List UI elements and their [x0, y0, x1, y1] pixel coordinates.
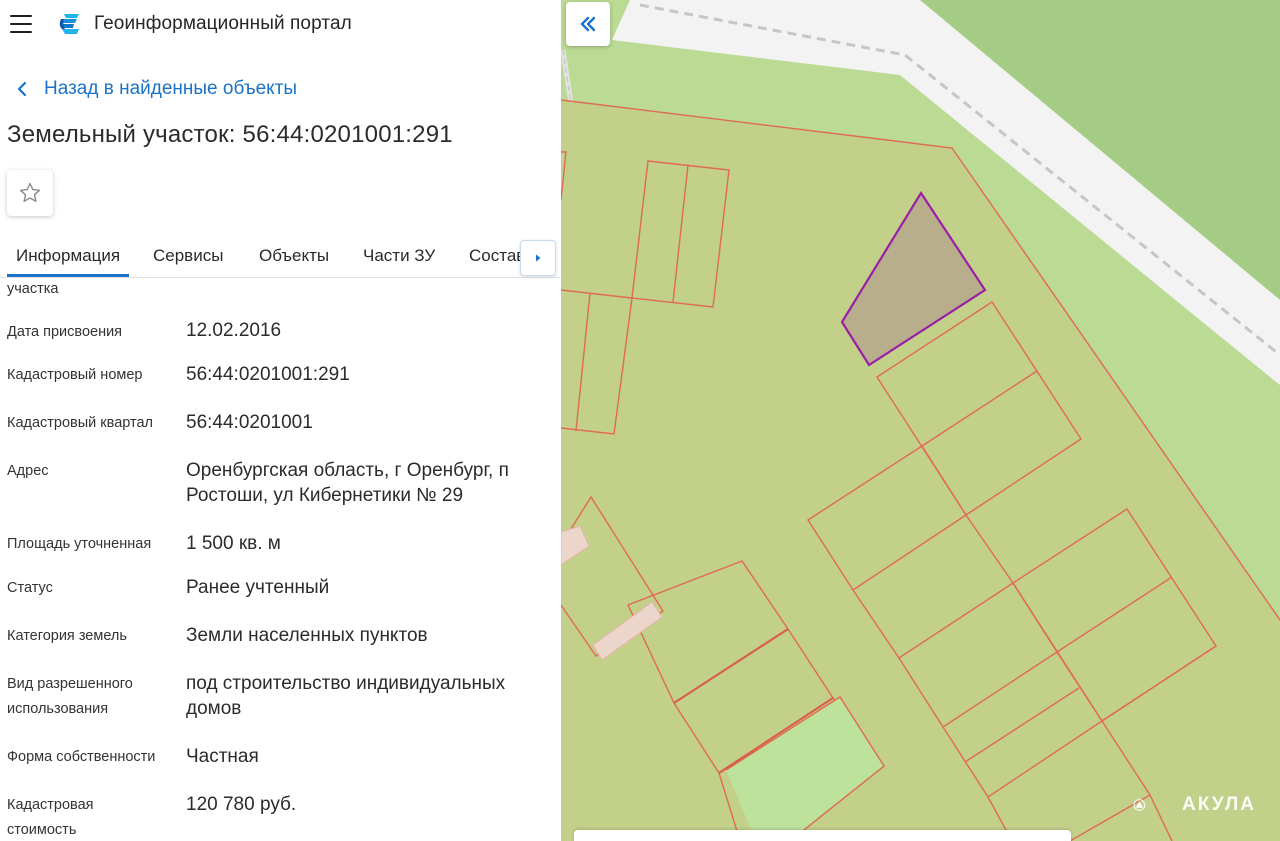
hamburger-icon[interactable] — [10, 14, 32, 34]
info-panel: Геоинформационный портал Назад в найденн… — [0, 0, 561, 841]
permitted-use-value-line1: под строительство индивидуальных — [186, 673, 506, 694]
tab-bar: Информация Сервисы Объекты Части ЗУ Сост… — [0, 234, 561, 278]
cadastral-quarter-value: 56:44:0201001 — [186, 412, 313, 433]
address-value-line2: Ростоши, ул Кибернетики № 29 — [186, 485, 464, 506]
app-title: Геоинформационный портал — [94, 13, 352, 34]
assign-date-value: 12.02.2016 — [186, 320, 282, 341]
tab-objects[interactable]: Объекты — [259, 234, 329, 277]
cadastral-number-value: 56:44:0201001:291 — [186, 364, 350, 385]
tab-information[interactable]: Информация — [7, 234, 130, 277]
status-value: Ранее учтенный — [186, 577, 330, 598]
back-to-results-link[interactable]: Назад в найденные объекты — [12, 76, 297, 102]
chevron-left-icon — [17, 81, 27, 97]
cadastral-value-value: 120 780 руб. — [186, 794, 297, 815]
land-category-value: Земли населенных пунктов — [186, 625, 428, 646]
map-watermark: АКУЛА — [1182, 794, 1256, 815]
area-label: Площадь уточненная — [7, 536, 152, 552]
top-bar: Геоинформационный портал — [0, 0, 561, 50]
favorite-button[interactable] — [7, 170, 53, 216]
cadastral-value-label-line1: Кадастровая — [7, 797, 94, 813]
ownership-label: Форма собственности — [7, 749, 156, 765]
cadastral-quarter-label: Кадастровый квартал — [7, 415, 154, 431]
caret-right-icon — [536, 254, 541, 262]
cut-off-label: участка — [7, 281, 59, 297]
permitted-use-label-line1: Вид разрешенного — [7, 676, 133, 692]
permitted-use-value-line2: домов — [186, 698, 242, 719]
cadastral-number-label: Кадастровый номер — [7, 367, 143, 383]
area-value: 1 500 кв. м — [186, 533, 281, 554]
akula-logo-icon — [1133, 799, 1146, 811]
back-link-label: Назад в найденные объекты — [44, 78, 298, 99]
assign-date-label: Дата присвоения — [7, 324, 123, 340]
tab-parts[interactable]: Части ЗУ — [363, 234, 435, 277]
page-title: Земельный участок: 56:44:0201001:291 — [7, 121, 453, 148]
ownership-value: Частная — [186, 746, 259, 767]
cadastral-value-label-line2: стоимость — [7, 822, 77, 838]
map-view[interactable]: АКУЛА — [561, 0, 1280, 841]
status-label: Статус — [7, 580, 53, 596]
address-value-line1: Оренбургская область, г Оренбург, п — [186, 460, 509, 481]
star-outline-icon — [19, 182, 41, 202]
portal-logo-icon — [59, 14, 79, 34]
land-category-label: Категория земель — [7, 628, 127, 644]
tab-services[interactable]: Сервисы — [153, 234, 223, 277]
double-chevron-left-icon — [580, 16, 596, 32]
collapse-panel-button[interactable] — [566, 2, 610, 46]
address-label: Адрес — [7, 463, 49, 479]
permitted-use-label-line2: использования — [7, 701, 109, 717]
tabs-scroll-right-button[interactable] — [520, 240, 556, 276]
map-canvas[interactable] — [561, 0, 1280, 841]
map-bottom-panel[interactable] — [574, 830, 1071, 841]
tab-composition[interactable]: Состав — [469, 234, 525, 277]
